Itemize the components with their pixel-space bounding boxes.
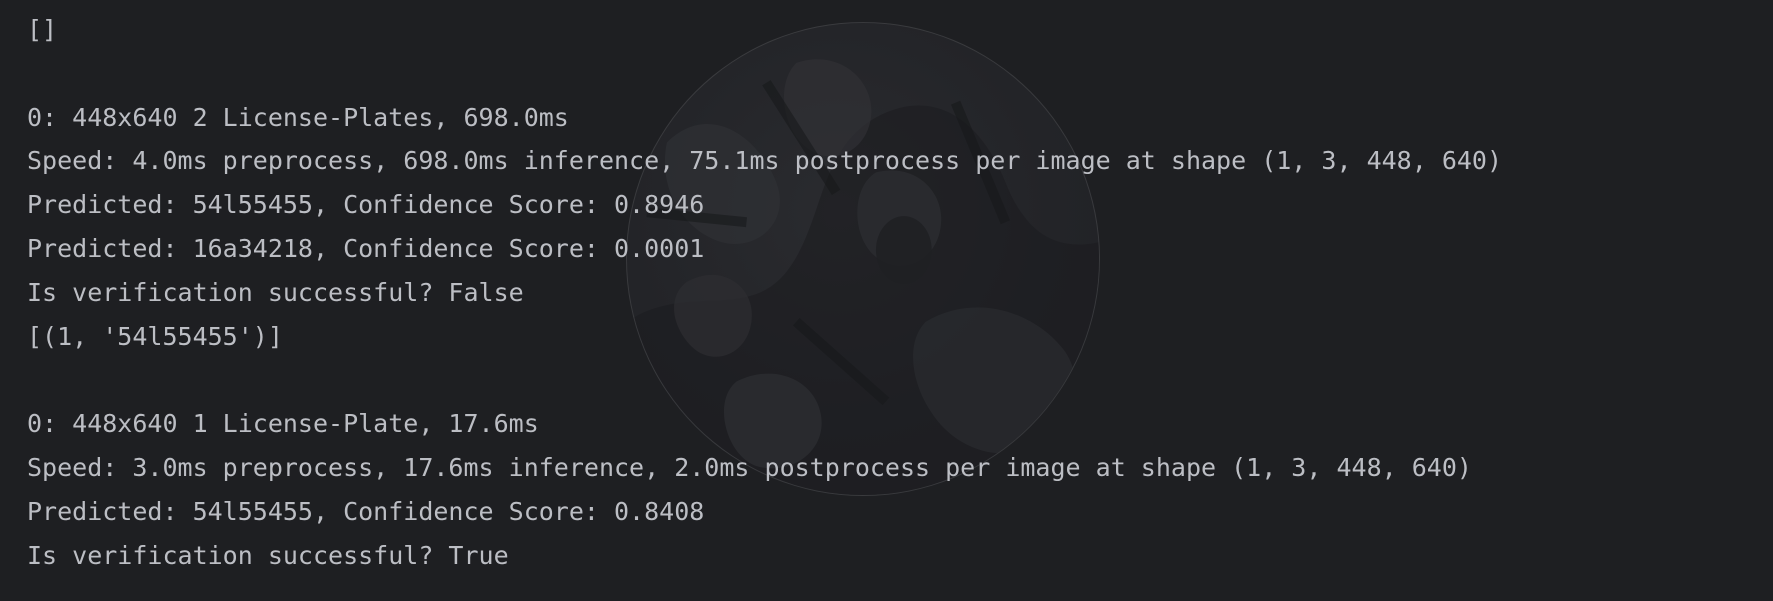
- console-lines: [] 0: 448x640 2 License-Plates, 698.0ms …: [27, 8, 1502, 577]
- console-line: 0: 448x640 1 License-Plate, 17.6ms: [27, 409, 539, 439]
- console-line: Is verification successful? True: [27, 540, 509, 570]
- console-line: []: [27, 15, 58, 44]
- console-line: Predicted: 54l55455, Confidence Score: 0…: [27, 496, 705, 526]
- console-line: Is verification successful? False: [27, 277, 524, 307]
- console-line: 0: 448x640 2 License-Plates, 698.0ms: [27, 102, 569, 132]
- console-line: Speed: 3.0ms preprocess, 17.6ms inferenc…: [27, 452, 1472, 482]
- console-line: Predicted: 54l55455, Confidence Score: 0…: [27, 190, 705, 220]
- console-output-panel: [] 0: 448x640 2 License-Plates, 698.0ms …: [0, 0, 1773, 601]
- console-line: Predicted: 16a34218, Confidence Score: 0…: [27, 233, 705, 263]
- console-line: Speed: 4.0ms preprocess, 698.0ms inferen…: [27, 146, 1503, 176]
- console-line: [(1, '54l55455')]: [27, 321, 283, 351]
